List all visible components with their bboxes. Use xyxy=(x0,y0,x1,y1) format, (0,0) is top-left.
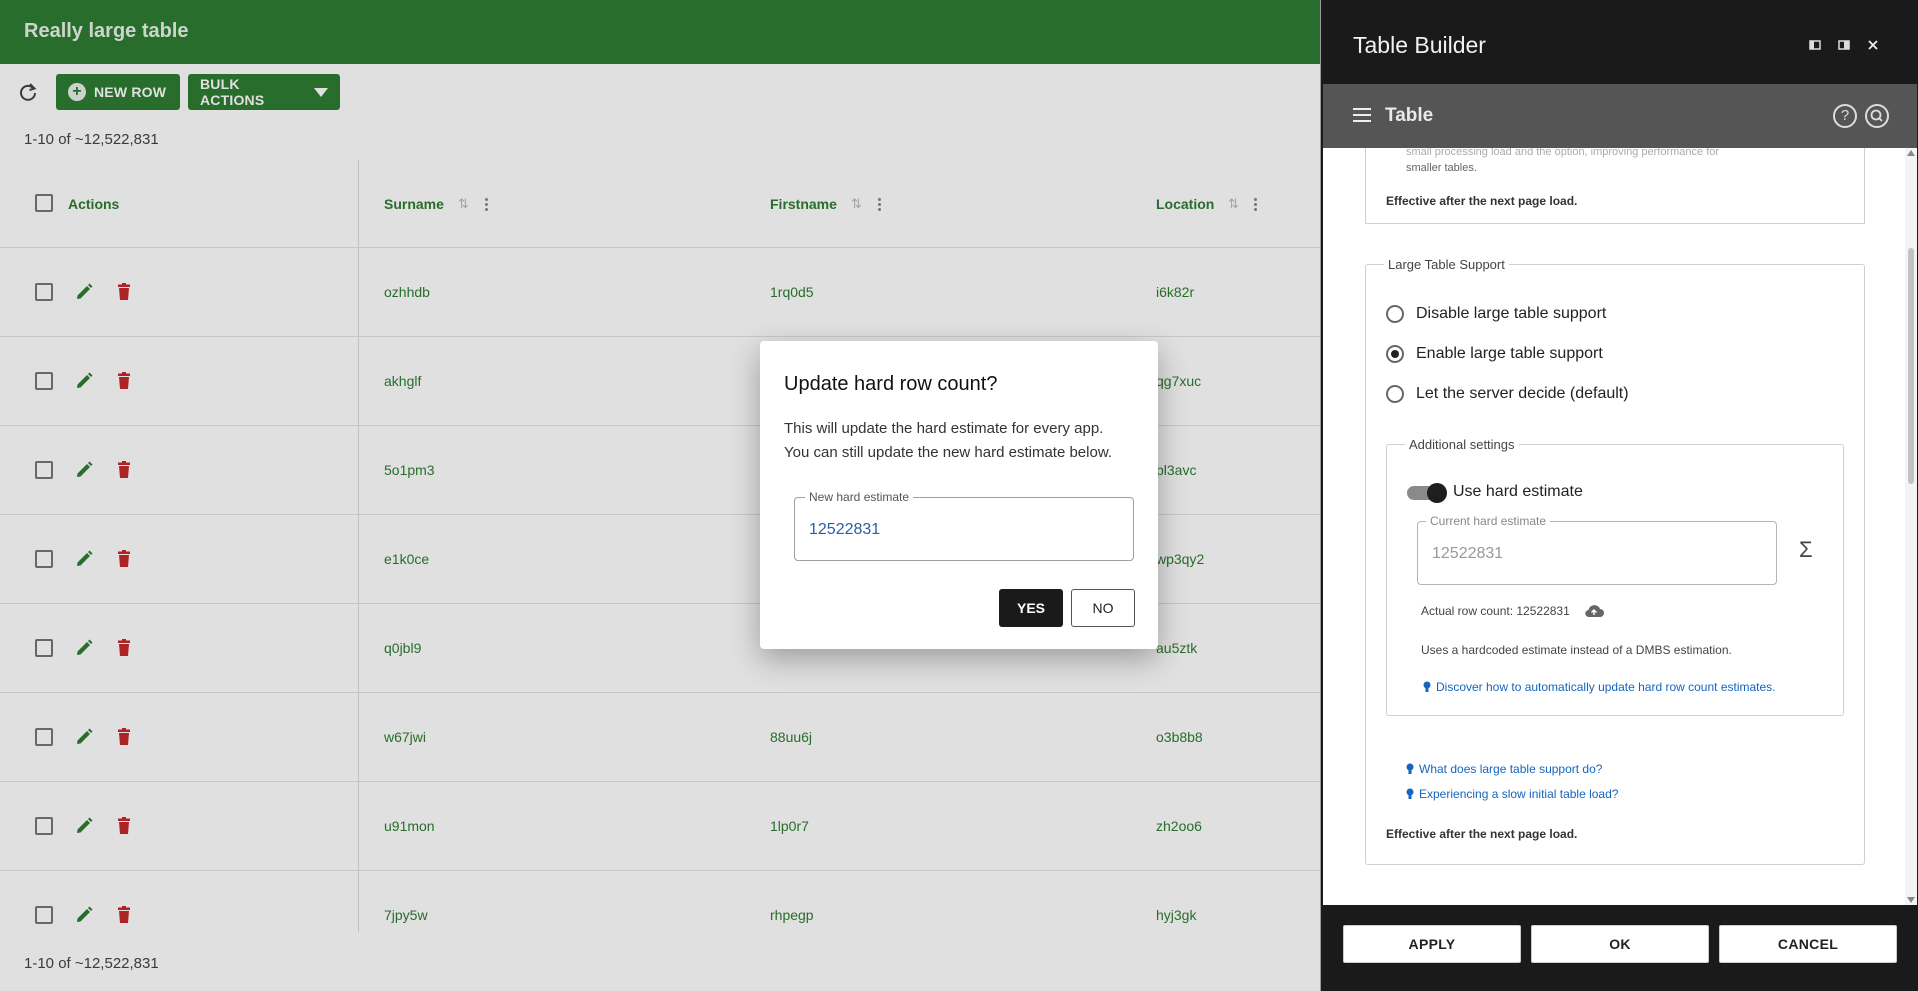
what-does-link[interactable]: What does large table support do? xyxy=(1406,762,1602,776)
close-icon[interactable] xyxy=(1866,38,1880,52)
current-hard-estimate-field: Current hard estimate 12522831 xyxy=(1417,514,1777,585)
panel-scrollbar[interactable] xyxy=(1905,148,1917,905)
actual-row-count: Actual row count: 12522831 xyxy=(1421,604,1570,618)
dialog-message-line: This will update the hard estimate for e… xyxy=(784,420,1104,437)
new-hard-estimate-input[interactable] xyxy=(809,521,1109,539)
sigma-icon[interactable]: Σ xyxy=(1799,537,1813,563)
effective-note: Effective after the next page load. xyxy=(1386,194,1578,208)
clipped-description: small processing load and the option, im… xyxy=(1406,148,1719,176)
effective-note: Effective after the next page load. xyxy=(1386,827,1578,841)
table-builder-panel: Table Builder Table ? small processing l… xyxy=(1320,0,1918,991)
new-hard-estimate-label: New hard estimate xyxy=(805,490,914,504)
radio-disable[interactable]: Disable large table support xyxy=(1386,303,1606,325)
current-hard-estimate-label: Current hard estimate xyxy=(1426,514,1551,528)
panel-title: Table Builder xyxy=(1353,32,1486,58)
radio-label: Enable large table support xyxy=(1416,345,1603,362)
hard-estimate-explanation: Uses a hardcoded estimate instead of a D… xyxy=(1421,643,1732,657)
radio-label: Let the server decide (default) xyxy=(1416,385,1629,402)
radio-label: Disable large table support xyxy=(1416,305,1607,322)
dialog-message: This will update the hard estimate for e… xyxy=(784,417,1144,465)
previous-settings-box: small processing load and the option, im… xyxy=(1365,148,1865,224)
current-hard-estimate-value: 12522831 xyxy=(1432,545,1504,562)
slow-load-link[interactable]: Experiencing a slow initial table load? xyxy=(1406,787,1618,801)
panel-footer: APPLY OK CANCEL xyxy=(1323,905,1917,991)
lightbulb-icon xyxy=(1406,788,1414,799)
additional-settings-legend: Additional settings xyxy=(1405,437,1519,452)
additional-settings-group: Additional settings Use hard estimate Cu… xyxy=(1386,437,1844,716)
maximize-icon[interactable] xyxy=(1837,38,1851,52)
cancel-button[interactable]: CANCEL xyxy=(1719,925,1897,963)
clipped-line: smaller tables. xyxy=(1406,162,1477,174)
discover-update-link[interactable]: Discover how to automatically update har… xyxy=(1423,680,1776,694)
toggle-knob xyxy=(1427,483,1447,503)
new-hard-estimate-field[interactable]: New hard estimate xyxy=(794,490,1134,561)
dock-left-icon[interactable] xyxy=(1808,38,1822,52)
radio-button[interactable] xyxy=(1386,385,1404,403)
cloud-upload-icon[interactable] xyxy=(1583,603,1605,619)
scroll-down-arrow[interactable] xyxy=(1907,897,1915,903)
link-text: What does large table support do? xyxy=(1419,762,1603,776)
no-button[interactable]: NO xyxy=(1071,589,1135,627)
link-text: Experiencing a slow initial table load? xyxy=(1419,787,1619,801)
radio-enable[interactable]: Enable large table support xyxy=(1386,343,1603,365)
clipped-line: small processing load and the option, im… xyxy=(1406,148,1720,158)
update-row-count-dialog: Update hard row count? This will update … xyxy=(760,341,1158,649)
scroll-thumb[interactable] xyxy=(1908,248,1914,484)
section-title: Table xyxy=(1385,105,1434,126)
yes-button[interactable]: YES xyxy=(999,589,1063,627)
search-icon[interactable] xyxy=(1865,104,1889,128)
lightbulb-icon xyxy=(1423,681,1431,692)
scroll-up-arrow[interactable] xyxy=(1907,150,1915,156)
lightbulb-icon xyxy=(1406,763,1414,774)
large-table-legend: Large Table Support xyxy=(1384,257,1509,272)
dialog-message-line: You can still update the new hard estima… xyxy=(784,444,1112,461)
radio-button-selected[interactable] xyxy=(1386,345,1404,363)
ok-button[interactable]: OK xyxy=(1531,925,1709,963)
panel-section-bar: Table ? xyxy=(1323,84,1917,148)
link-text: Discover how to automatically update har… xyxy=(1436,680,1776,694)
radio-server-decide[interactable]: Let the server decide (default) xyxy=(1386,383,1629,405)
apply-button[interactable]: APPLY xyxy=(1343,925,1521,963)
toggle-label: Use hard estimate xyxy=(1453,483,1583,500)
dialog-title: Update hard row count? xyxy=(784,373,998,395)
radio-button[interactable] xyxy=(1386,305,1404,323)
large-table-support-group: Large Table Support Disable large table … xyxy=(1365,257,1865,865)
panel-body: small processing load and the option, im… xyxy=(1323,148,1917,905)
help-icon[interactable]: ? xyxy=(1833,104,1857,128)
use-hard-estimate-toggle[interactable] xyxy=(1407,483,1447,503)
hamburger-menu-icon[interactable] xyxy=(1353,108,1371,122)
